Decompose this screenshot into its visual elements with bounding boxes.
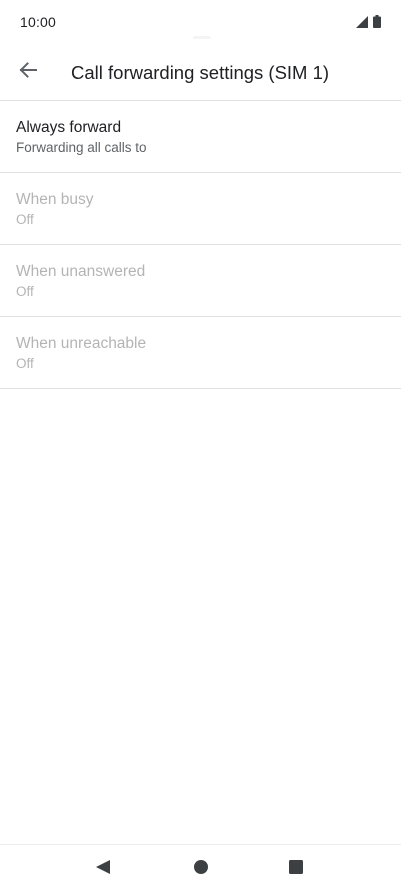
setting-summary: Off — [16, 284, 34, 299]
signal-icon — [356, 15, 368, 33]
battery-icon — [373, 15, 381, 33]
setting-summary: Off — [16, 356, 34, 371]
arrow-left-icon — [18, 60, 38, 85]
setting-title: When unanswered — [16, 263, 146, 280]
back-triangle-icon — [95, 859, 111, 880]
setting-when-unanswered[interactable]: When unanswered Off — [0, 245, 401, 317]
nav-home-button[interactable] — [185, 853, 217, 885]
home-circle-icon — [193, 859, 209, 880]
nav-back-button[interactable] — [87, 853, 119, 885]
settings-list: Always forward Forwarding all calls to W… — [0, 101, 401, 389]
back-button[interactable] — [6, 50, 50, 94]
page-title: Call forwarding settings (SIM 1) — [71, 62, 330, 83]
setting-title: Always forward — [16, 119, 122, 136]
status-bar: 10:00 — [0, 0, 401, 44]
setting-always-forward[interactable]: Always forward Forwarding all calls to — [0, 101, 401, 173]
setting-summary: Forwarding all calls to — [16, 140, 147, 155]
setting-when-busy[interactable]: When busy Off — [0, 173, 401, 245]
setting-when-unreachable[interactable]: When unreachable Off — [0, 317, 401, 389]
setting-summary: Off — [16, 212, 34, 227]
navigation-bar — [0, 844, 401, 893]
setting-title: When busy — [16, 191, 94, 208]
status-icons — [356, 15, 381, 33]
status-time: 10:00 — [20, 14, 57, 30]
nav-recents-button[interactable] — [280, 853, 312, 885]
setting-title: When unreachable — [16, 335, 147, 352]
app-bar: Call forwarding settings (SIM 1) — [0, 44, 401, 100]
camera-cutout — [193, 36, 211, 39]
recents-square-icon — [288, 859, 304, 880]
